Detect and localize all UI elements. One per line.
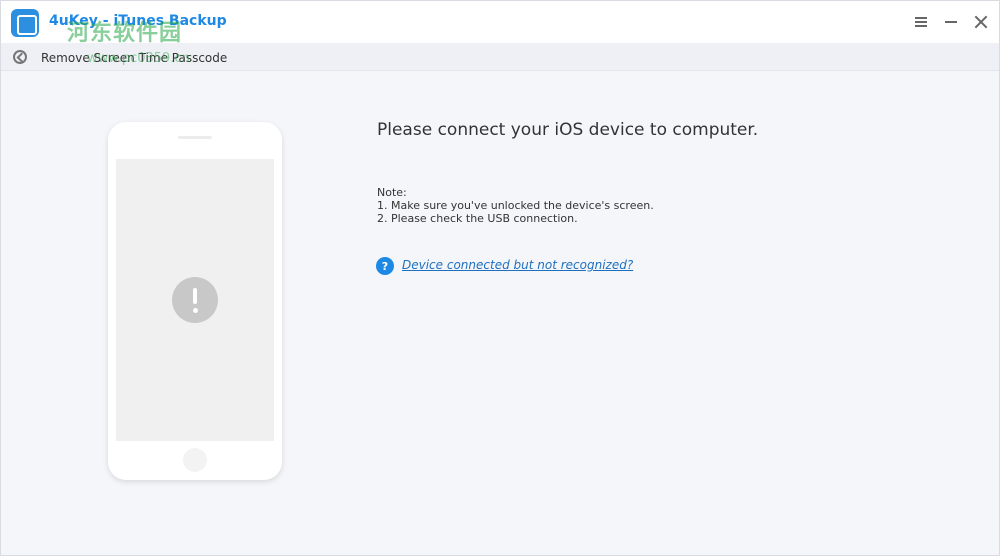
close-button[interactable] — [970, 11, 992, 33]
note-item: 1. Make sure you've unlocked the device'… — [377, 199, 654, 212]
minimize-button[interactable] — [940, 11, 962, 33]
device-not-recognized-link[interactable]: Device connected but not recognized? — [402, 258, 633, 272]
app-logo-icon — [11, 9, 39, 37]
navigation-bar: Remove Screen Time Passcode www.pc0359.c… — [1, 43, 999, 71]
phone-home-button — [183, 448, 207, 472]
note-title: Note: — [377, 186, 407, 199]
phone-illustration — [108, 122, 282, 480]
menu-button[interactable] — [910, 11, 932, 33]
phone-screen — [116, 159, 274, 441]
app-window: 4uKey - iTunes Backup 河东软件园 Remove Scree… — [0, 0, 1000, 556]
note-item: 2. Please check the USB connection. — [377, 212, 578, 225]
note-block: Note: 1. Make sure you've unlocked the d… — [377, 186, 654, 225]
url-watermark: www.pc0359.cn — [87, 51, 190, 66]
title-bar: 4uKey - iTunes Backup 河东软件园 — [1, 1, 999, 46]
back-icon[interactable] — [13, 50, 27, 64]
phone-speaker — [178, 136, 212, 139]
hamburger-icon — [915, 17, 927, 27]
minimize-icon — [945, 21, 957, 23]
close-icon — [974, 15, 988, 29]
connect-headline: Please connect your iOS device to comput… — [377, 120, 759, 140]
exclamation-icon — [172, 277, 218, 323]
help-icon[interactable]: ? — [376, 257, 394, 275]
